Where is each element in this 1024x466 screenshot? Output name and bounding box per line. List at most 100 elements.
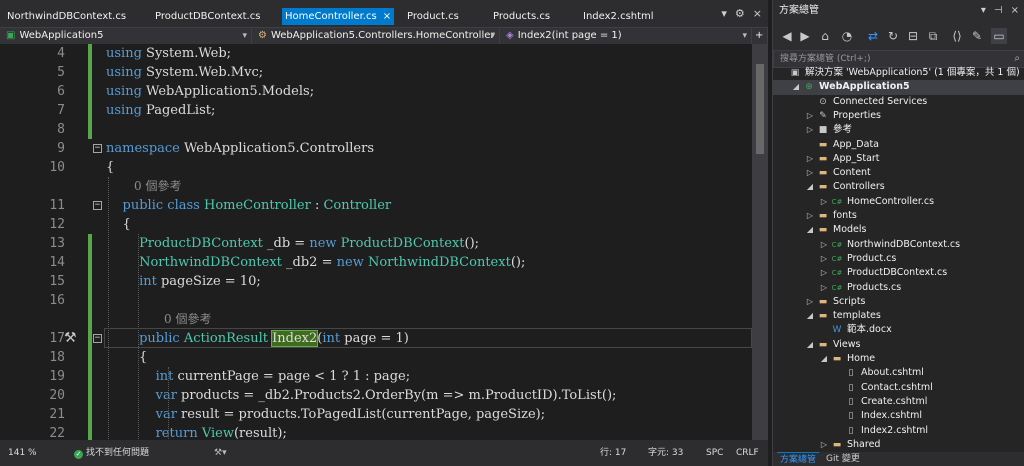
tab-list-dropdown-icon[interactable]: ▾: [721, 7, 727, 20]
chevron-down-icon[interactable]: ◢: [805, 338, 815, 352]
tree-item[interactable]: ◢ ▬ Controllers: [773, 180, 1024, 194]
close-icon[interactable]: ×: [753, 7, 762, 20]
item-icon: ■: [818, 125, 828, 136]
view-code-icon[interactable]: ⟨⟩: [949, 28, 965, 44]
tree-item[interactable]: ◢ ⊕ WebApplication5: [773, 80, 1024, 95]
codelens-references[interactable]: 0 個參考: [0, 310, 768, 329]
collapse-toggle[interactable]: −: [93, 201, 102, 210]
tree-item[interactable]: ▷ ▬ Shared: [773, 438, 1024, 452]
tree-item[interactable]: ▯ Index.cshtml: [773, 409, 1024, 423]
collapse-toggle[interactable]: −: [93, 334, 102, 343]
brush-icon[interactable]: ⚒▾: [214, 440, 227, 466]
chevron-down-icon[interactable]: ◢: [819, 352, 829, 366]
tree-item[interactable]: ▷ C# NorthwindDBContext.cs: [773, 238, 1024, 252]
chevron-right-icon[interactable]: ▷: [805, 109, 815, 123]
issues-indicator[interactable]: ✓ 找不到任何問題: [74, 440, 149, 466]
line-ending-indicator[interactable]: CRLF: [736, 440, 759, 466]
chevron-right-icon[interactable]: ▷: [819, 238, 829, 252]
chevron-right-icon[interactable]: ▷: [805, 209, 815, 223]
tree-item[interactable]: ◢ ▬ Models: [773, 223, 1024, 237]
back-icon[interactable]: ◀: [779, 28, 795, 44]
chevron-right-icon[interactable]: ▷: [805, 152, 815, 166]
preview-icon[interactable]: ▭: [991, 28, 1007, 44]
gear-icon[interactable]: ⚙: [735, 7, 745, 20]
tree-item[interactable]: ⊙ Connected Services: [773, 95, 1024, 109]
tree-item[interactable]: ▷ C# Product.cs: [773, 252, 1024, 266]
folder-icon: ▬: [818, 139, 828, 150]
line-number: 15: [49, 274, 65, 289]
tree-item[interactable]: ▷ ▬ App_Start: [773, 152, 1024, 166]
scrollbar-thumb[interactable]: [756, 64, 764, 154]
pending-changes-icon[interactable]: ◔: [839, 28, 855, 44]
document-tab[interactable]: ProductDBContext.cs: [152, 8, 263, 25]
class-dropdown[interactable]: ⚙ WebApplication5.Controllers.HomeControl…: [252, 28, 500, 45]
document-tab[interactable]: Products.cs: [490, 8, 553, 25]
tree-item[interactable]: ▷ ✎ Properties: [773, 109, 1024, 123]
vertical-scrollbar[interactable]: [752, 44, 768, 440]
tree-item[interactable]: ▷ ▬ Scripts: [773, 295, 1024, 309]
tree-item-label: Home: [847, 353, 876, 364]
tree-item[interactable]: ▷ C# HomeController.cs: [773, 195, 1024, 209]
pin-icon[interactable]: ⊣: [994, 5, 1003, 16]
chevron-right-icon[interactable]: ▷: [819, 252, 829, 266]
dropdown-icon[interactable]: ▾: [981, 5, 986, 16]
show-all-files-icon[interactable]: ⧉: [925, 28, 941, 44]
tree-item[interactable]: ◢ ▬ templates: [773, 309, 1024, 323]
chevron-down-icon[interactable]: ◢: [805, 180, 815, 194]
collapse-all-icon[interactable]: ⊟: [905, 28, 921, 44]
tree-item[interactable]: ▣ 解決方案 'WebApplication5' (1 個專案，共 1 個): [773, 66, 1024, 80]
home-icon[interactable]: ⌂: [817, 28, 833, 44]
chevron-down-icon[interactable]: ◢: [805, 223, 815, 237]
document-tab[interactable]: Product.cs: [404, 8, 462, 25]
chevron-right-icon[interactable]: ▷: [819, 281, 829, 295]
tree-item[interactable]: ▯ Create.cshtml: [773, 395, 1024, 409]
tree-item[interactable]: ▷ ▬ fonts: [773, 209, 1024, 223]
refresh-icon[interactable]: ↻: [885, 28, 901, 44]
chevron-right-icon[interactable]: ▷: [819, 195, 829, 209]
chevron-right-icon[interactable]: ▷: [819, 266, 829, 280]
quick-actions-screwdriver-icon[interactable]: ⚒: [64, 330, 77, 346]
chevron-right-icon[interactable]: ▷: [819, 438, 829, 452]
tree-item[interactable]: ◢ ▬ Views: [773, 338, 1024, 352]
codelens-reference-count[interactable]: 0 個參考: [164, 310, 211, 329]
column-indicator: 字元: 33: [648, 448, 684, 458]
document-tab[interactable]: Index2.cshtml: [580, 8, 657, 25]
codelens-reference-count[interactable]: 0 個參考: [134, 177, 181, 196]
member-dropdown[interactable]: ◈ Index2(int page = 1) ▾: [500, 28, 752, 45]
close-icon[interactable]: ×: [1011, 5, 1019, 16]
tree-item[interactable]: ▯ Contact.cshtml: [773, 381, 1024, 395]
code-line: 20 var products = _db2.Products2.OrderBy…: [0, 386, 768, 405]
tree-item[interactable]: ▷ ■ 參考: [773, 123, 1024, 137]
search-input[interactable]: 搜尋方案總管 (Ctrl+;): [780, 54, 870, 64]
whitespace-indicator[interactable]: SPC: [706, 440, 723, 466]
chevron-down-icon[interactable]: ◢: [805, 309, 815, 323]
chevron-right-icon[interactable]: ▷: [805, 123, 815, 137]
tree-item[interactable]: ▯ About.cshtml: [773, 366, 1024, 380]
chevron-right-icon[interactable]: ▷: [805, 166, 815, 180]
tree-item-label: Index.cshtml: [861, 410, 922, 422]
properties-wrench-icon[interactable]: ✎: [969, 28, 985, 44]
project-dropdown[interactable]: ▣ WebApplication5 ▾: [0, 28, 252, 45]
sync-icon[interactable]: ⇄: [865, 28, 881, 44]
tree-item[interactable]: ▷ C# Products.cs: [773, 281, 1024, 295]
zoom-level[interactable]: 141 %: [8, 440, 37, 466]
chevron-right-icon[interactable]: ▷: [805, 295, 815, 309]
tree-item[interactable]: ▯ Index2.cshtml: [773, 424, 1024, 438]
class-dropdown-label: WebApplication5.Controllers.HomeControll…: [270, 30, 495, 41]
tree-item[interactable]: ▷ ▬ Content: [773, 166, 1024, 180]
code-text-area[interactable]: 4 using System.Web; 5 using System.Web.Mvc;…: [0, 44, 768, 440]
split-editor-button[interactable]: +: [752, 28, 768, 45]
explorer-tab[interactable]: 方案總管: [777, 452, 820, 466]
tree-item[interactable]: ▬ App_Data: [773, 138, 1024, 152]
tree-item[interactable]: ▷ C# ProductDBContext.cs: [773, 266, 1024, 280]
tree-item[interactable]: W 範本.docx: [773, 323, 1024, 337]
document-tab[interactable]: HomeController.cs ×: [282, 8, 395, 25]
explorer-tab[interactable]: Git 變更: [823, 452, 863, 466]
codelens-references[interactable]: 0 個參考: [0, 177, 768, 196]
document-tab[interactable]: NorthwindDBContext.cs: [4, 8, 129, 25]
chevron-down-icon[interactable]: ◢: [791, 80, 801, 94]
collapse-toggle[interactable]: −: [93, 144, 102, 153]
forward-icon[interactable]: ▶: [797, 28, 813, 44]
tree-item[interactable]: ◢ ▬ Home: [773, 352, 1024, 366]
close-icon[interactable]: ×: [383, 11, 391, 22]
